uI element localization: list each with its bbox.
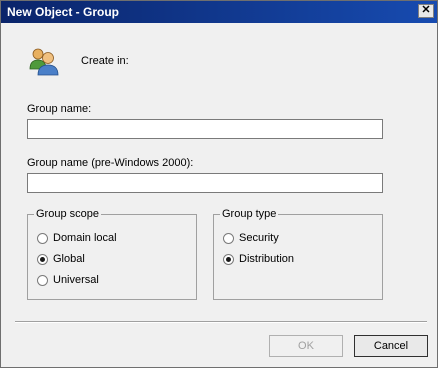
window-title: New Object - Group [7,5,120,19]
create-in-label: Create in: [81,55,129,67]
radio-universal[interactable]: Universal [37,274,99,286]
close-icon: ✕ [421,4,431,16]
radio-label: Global [53,253,85,265]
group-name-pre2000-input[interactable] [27,173,383,193]
radio-button[interactable] [37,253,48,265]
group-scope-title: Group scope [34,208,101,220]
radio-button[interactable] [223,253,234,265]
ok-button-label: OK [298,340,314,352]
cancel-button[interactable]: Cancel [354,335,428,357]
close-button[interactable]: ✕ [418,4,434,18]
radio-selected-dot [226,256,231,262]
radio-security[interactable]: Security [223,232,279,244]
radio-label: Security [239,232,279,244]
group-users-icon [27,45,61,77]
group-name-label: Group name: [27,103,92,115]
radio-label: Universal [53,274,99,286]
radio-label: Domain local [53,232,117,244]
group-type-box: Group type Security Distribution [213,208,383,300]
group-type-title: Group type [220,208,279,220]
cancel-button-label: Cancel [373,340,409,352]
group-name-pre2000-label: Group name (pre-Windows 2000): [27,157,194,169]
radio-domain-local[interactable]: Domain local [37,232,117,244]
radio-button[interactable] [37,274,48,286]
ok-button[interactable]: OK [269,335,343,357]
separator [15,321,427,323]
group-name-input[interactable] [27,119,383,139]
radio-global[interactable]: Global [37,253,85,265]
radio-selected-dot [40,256,45,262]
radio-distribution[interactable]: Distribution [223,253,294,265]
new-object-group-dialog: New Object - Group ✕ Create in: Group na… [0,0,438,368]
title-bar[interactable]: New Object - Group ✕ [1,1,437,23]
radio-label: Distribution [239,253,295,265]
radio-button[interactable] [37,232,48,244]
group-scope-box: Group scope Domain local Global Universa… [27,208,197,300]
radio-button[interactable] [223,232,234,244]
